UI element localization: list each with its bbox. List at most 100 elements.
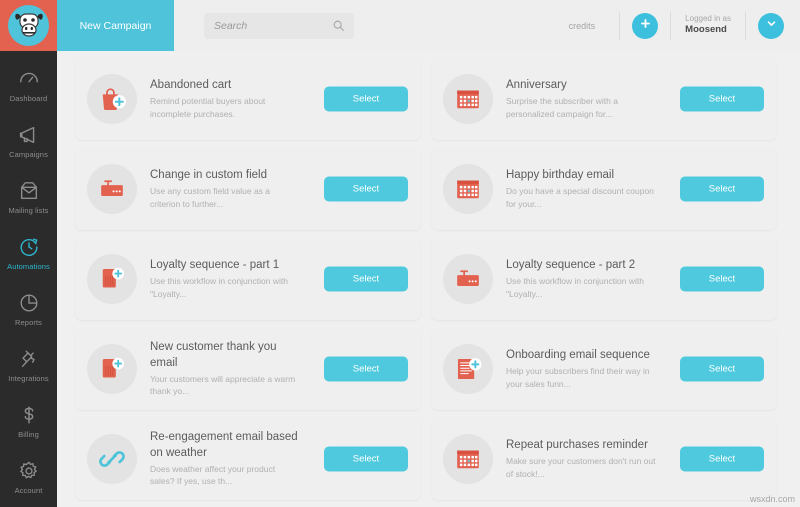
custom-field-icon	[95, 172, 129, 206]
recipe-card[interactable]: Re-engagement email based on weather Does…	[75, 418, 421, 500]
plus-icon	[639, 17, 652, 35]
recipe-icon-wrap	[443, 74, 493, 124]
logged-in-label: Logged in as	[685, 13, 731, 23]
account-menu-button[interactable]	[758, 12, 784, 39]
sidebar-item-label: Reports	[15, 317, 42, 327]
recipe-title: Re-engagement email based on weather	[150, 431, 298, 459]
search-input[interactable]	[204, 13, 322, 38]
recipe-icon-wrap	[87, 434, 137, 484]
recipe-icon-wrap	[87, 164, 137, 214]
recipe-description: Use this workflow in conjunction with "L…	[150, 276, 288, 299]
sidebar-item-label: Automations	[7, 261, 50, 271]
recipe-icon-wrap	[87, 344, 137, 394]
link-chain-icon	[95, 442, 129, 476]
add-credits-button[interactable]	[632, 12, 659, 39]
select-button[interactable]: Select	[680, 86, 764, 112]
account-name: Moosend	[685, 24, 727, 36]
app-logo[interactable]	[0, 0, 57, 51]
sidebar-item-label: Campaigns	[9, 149, 48, 159]
calendar-icon	[451, 82, 485, 116]
select-button[interactable]: Select	[680, 356, 764, 382]
sidebar-item-account[interactable]: Account	[0, 449, 57, 505]
recipe-description: Do you have a special discount coupon fo…	[506, 186, 654, 209]
sidebar-item-reports[interactable]: Reports	[0, 281, 57, 337]
select-button[interactable]: Select	[324, 356, 408, 382]
gear-icon	[18, 460, 40, 482]
select-button[interactable]: Select	[680, 446, 764, 472]
select-button[interactable]: Select	[680, 176, 764, 202]
select-button[interactable]: Select	[324, 266, 408, 292]
pie-chart-icon	[18, 292, 40, 314]
recipe-title: Change in custom field	[150, 169, 267, 182]
recipe-text: New customer thank you email Your custome…	[150, 340, 300, 397]
sidebar-nav: Dashboard Campaigns Mailing lists Automa…	[0, 51, 57, 505]
watermark: wsxdn.com	[749, 494, 795, 504]
sidebar-item-label: Mailing lists	[8, 205, 49, 215]
sidebar-item-automations[interactable]: Automations	[0, 225, 57, 281]
recipe-icon-wrap	[443, 254, 493, 304]
tag-plus-icon	[95, 352, 129, 386]
envelope-icon	[18, 180, 40, 202]
topbar: New Campaign credits	[57, 0, 800, 51]
recipe-text: Change in custom field Use any custom fie…	[150, 168, 300, 210]
app-window: Dashboard Campaigns Mailing lists Automa…	[0, 0, 800, 507]
recipe-description: Help your subscribers find their way in …	[506, 366, 650, 389]
recipe-title: Loyalty sequence - part 2	[506, 259, 636, 272]
chevron-down-icon	[765, 17, 778, 35]
recipe-card[interactable]: Repeat purchases reminder Make sure your …	[431, 418, 777, 500]
calendar-icon	[451, 172, 485, 206]
search-icon[interactable]	[332, 19, 345, 37]
recipe-card[interactable]: Change in custom field Use any custom fie…	[75, 148, 421, 230]
sidebar-item-mailing-lists[interactable]: Mailing lists	[0, 169, 57, 225]
recipe-text: Happy birthday email Do you have a specia…	[506, 168, 656, 210]
recipe-card[interactable]: Happy birthday email Do you have a specia…	[431, 148, 777, 230]
document-plus-icon	[451, 352, 485, 386]
select-button[interactable]: Select	[680, 266, 764, 292]
recipe-text: Loyalty sequence - part 1 Use this workfl…	[150, 258, 300, 300]
recipe-card[interactable]: Loyalty sequence - part 2 Use this workfl…	[431, 238, 777, 320]
select-button[interactable]: Select	[324, 176, 408, 202]
topbar-divider-2	[670, 11, 672, 40]
search-box[interactable]	[204, 12, 354, 39]
sidebar-item-label: Integrations	[8, 373, 49, 383]
recipe-card[interactable]: New customer thank you email Your custome…	[75, 328, 421, 410]
shopping-bag-plus-icon	[95, 82, 129, 116]
recipe-title: Anniversary	[506, 79, 567, 92]
recipe-title: Abandoned cart	[150, 79, 232, 92]
megaphone-icon	[18, 124, 40, 146]
recipe-card[interactable]: Abandoned cart Remind potential buyers ab…	[75, 58, 421, 140]
sidebar-item-integrations[interactable]: Integrations	[0, 337, 57, 393]
recipe-card[interactable]: Onboarding email sequence Help your subsc…	[431, 328, 777, 410]
select-button[interactable]: Select	[324, 86, 408, 112]
recipe-title: Onboarding email sequence	[506, 349, 650, 362]
sidebar-item-dashboard[interactable]: Dashboard	[0, 57, 57, 113]
recipe-icon-wrap	[443, 434, 493, 484]
sidebar-item-label: Billing	[18, 429, 39, 439]
new-campaign-button[interactable]: New Campaign	[57, 0, 174, 51]
recipe-title: Loyalty sequence - part 1	[150, 259, 280, 272]
topbar-divider-3	[745, 11, 746, 40]
recipe-title: Repeat purchases reminder	[506, 439, 648, 452]
sidebar-item-label: Account	[14, 485, 43, 495]
recipe-description: Use any custom field value as a criterio…	[150, 186, 271, 209]
recipe-grid: Abandoned cart Remind potential buyers ab…	[75, 58, 786, 500]
recipe-card[interactable]: Anniversary Surprise the subscriber with …	[431, 58, 777, 140]
select-button[interactable]: Select	[324, 446, 408, 472]
account-info: Logged in as Moosend	[685, 14, 731, 38]
sidebar-item-billing[interactable]: Billing	[0, 393, 57, 449]
recipe-text: Re-engagement email based on weather Does…	[150, 430, 300, 487]
recipe-text: Onboarding email sequence Help your subsc…	[506, 348, 656, 390]
tag-plus-icon	[95, 262, 129, 296]
topbar-right: credits Logged in as Moosend	[569, 0, 800, 51]
calendar-icon	[451, 442, 485, 476]
recipe-icon-wrap	[87, 74, 137, 124]
recipe-text: Anniversary Surprise the subscriber with …	[506, 78, 656, 120]
sidebar-item-campaigns[interactable]: Campaigns	[0, 113, 57, 169]
sidebar: Dashboard Campaigns Mailing lists Automa…	[0, 0, 57, 507]
new-campaign-label: New Campaign	[79, 19, 152, 32]
recipe-card[interactable]: Loyalty sequence - part 1 Use this workfl…	[75, 238, 421, 320]
recipe-icon-wrap	[443, 164, 493, 214]
credits-label: credits	[568, 20, 596, 31]
recipe-description: Surprise the subscriber with a personali…	[506, 96, 618, 119]
recipe-icon-wrap	[87, 254, 137, 304]
